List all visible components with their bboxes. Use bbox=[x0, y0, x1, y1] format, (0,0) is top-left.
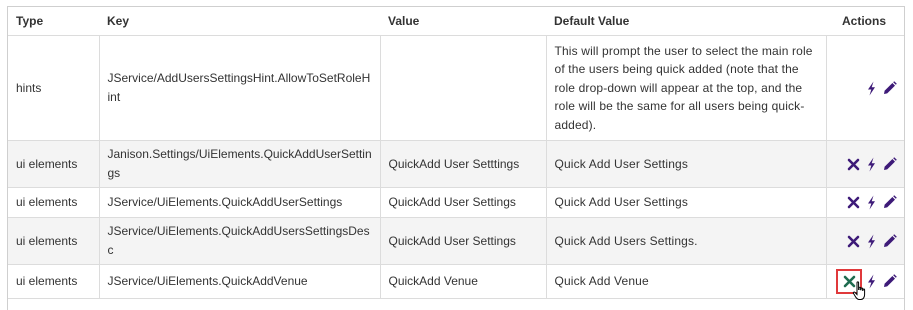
default-value-cell: Quick Add Users Settings. bbox=[546, 217, 827, 265]
table-row: ui elements JService/UiElements.QuickAddU… bbox=[8, 187, 904, 218]
actions-cell bbox=[826, 217, 904, 265]
edit-button[interactable] bbox=[881, 156, 898, 173]
table-row: ui elements Janison.Settings/UiElements.Q… bbox=[8, 140, 904, 188]
close-icon bbox=[847, 158, 860, 171]
quick-action-button[interactable] bbox=[863, 194, 880, 211]
key-cell: JService/AddUsersSettingsHint.AllowToSet… bbox=[99, 35, 381, 141]
delete-button[interactable] bbox=[841, 273, 858, 290]
edit-button[interactable] bbox=[881, 233, 898, 250]
delete-button[interactable] bbox=[845, 194, 862, 211]
table-header-row: Type Key Value Default Value Actions bbox=[8, 7, 904, 36]
edit-button[interactable] bbox=[881, 273, 898, 290]
lightning-icon bbox=[868, 274, 875, 289]
lightning-icon bbox=[868, 81, 875, 96]
column-header-value[interactable]: Value bbox=[380, 7, 546, 36]
value-cell: QuickAdd User Settings bbox=[380, 217, 547, 265]
quick-action-button[interactable] bbox=[863, 233, 880, 250]
key-cell: JService/UiElements.QuickAddVenue bbox=[99, 264, 381, 299]
pencil-icon bbox=[884, 81, 897, 94]
type-cell: ui elements bbox=[8, 187, 100, 218]
pencil-icon bbox=[884, 195, 897, 209]
pencil-icon bbox=[884, 274, 897, 287]
settings-table: Type Key Value Default Value Actions hin… bbox=[8, 7, 904, 300]
table-row: ui elements JService/UiElements.QuickAddU… bbox=[8, 217, 904, 265]
column-header-key[interactable]: Key bbox=[99, 7, 380, 36]
type-cell: ui elements bbox=[8, 140, 100, 188]
close-icon bbox=[847, 197, 860, 209]
type-cell: ui elements bbox=[8, 264, 100, 299]
quick-action-button[interactable] bbox=[863, 273, 880, 290]
lightning-icon bbox=[868, 195, 875, 210]
value-cell: QuickAdd User Setttings bbox=[380, 140, 547, 188]
type-cell: ui elements bbox=[8, 217, 100, 265]
column-header-actions: Actions bbox=[826, 7, 904, 36]
actions-cell bbox=[826, 140, 904, 188]
default-value-cell: Quick Add User Settings bbox=[546, 187, 827, 218]
actions-cell bbox=[826, 264, 904, 300]
pencil-icon bbox=[884, 234, 897, 247]
settings-table-panel: Type Key Value Default Value Actions hin… bbox=[7, 6, 905, 310]
column-header-default-value[interactable]: Default Value bbox=[546, 7, 826, 36]
close-icon bbox=[843, 276, 856, 288]
edit-button[interactable] bbox=[881, 80, 898, 97]
quick-action-button[interactable] bbox=[863, 156, 880, 173]
delete-button-highlight bbox=[836, 269, 866, 300]
key-cell: JService/UiElements.QuickAddUserSettings bbox=[99, 187, 381, 218]
value-cell bbox=[380, 35, 547, 141]
lightning-icon bbox=[868, 234, 875, 249]
actions-cell bbox=[826, 187, 904, 218]
lightning-icon bbox=[868, 157, 875, 172]
actions-cell bbox=[826, 35, 904, 141]
quick-action-button[interactable] bbox=[863, 80, 880, 97]
delete-button[interactable] bbox=[845, 233, 862, 250]
table-row: hints JService/AddUsersSettingsHint.Allow… bbox=[8, 35, 904, 141]
column-header-type[interactable]: Type bbox=[8, 7, 99, 36]
delete-button[interactable] bbox=[845, 156, 862, 173]
value-cell: QuickAdd User Settings bbox=[380, 187, 547, 218]
key-cell: Janison.Settings/UiElements.QuickAddUser… bbox=[99, 140, 381, 188]
close-icon bbox=[847, 235, 860, 248]
default-value-cell: This will prompt the user to select the … bbox=[546, 35, 827, 141]
type-cell: hints bbox=[8, 35, 100, 141]
pencil-icon bbox=[884, 157, 897, 170]
value-cell: QuickAdd Venue bbox=[380, 264, 547, 299]
default-value-cell: Quick Add User Settings bbox=[546, 140, 827, 188]
default-value-cell: Quick Add Venue bbox=[546, 264, 827, 299]
table-row: ui elements JService/UiElements.QuickAddV… bbox=[8, 264, 904, 300]
edit-button[interactable] bbox=[881, 194, 898, 211]
key-cell: JService/UiElements.QuickAddUsersSetting… bbox=[99, 217, 381, 265]
